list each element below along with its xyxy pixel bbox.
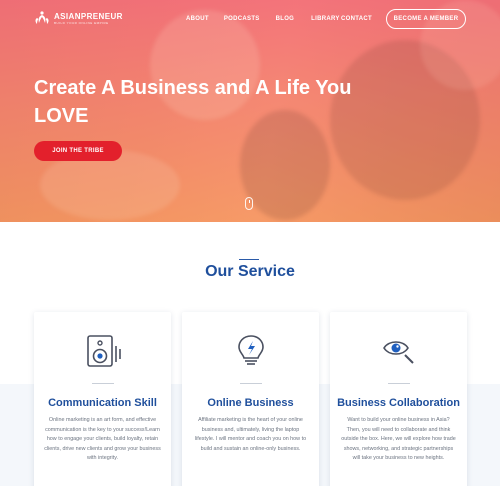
card-divider (92, 383, 114, 384)
services-heading: Our Service (205, 263, 295, 280)
card-title: Online Business (207, 397, 294, 409)
become-member-button[interactable]: BECOME A MEMBER (386, 9, 466, 29)
eye-search-icon (383, 341, 414, 364)
leaf-people-logo-icon (35, 11, 49, 24)
nav-item-blog[interactable]: BLOG (276, 16, 295, 22)
site-logo[interactable]: ASIANPRENEUR BUILD YOUR ONLINE EMPIRE (34, 10, 123, 26)
service-card-collaboration[interactable]: Business Collaboration Want to build you… (330, 312, 467, 486)
mouse-scroll-icon[interactable] (245, 197, 253, 210)
main-nav: ABOUT PODCASTS BLOG LIBRARY CONTACT (186, 16, 372, 22)
section-divider (239, 259, 259, 260)
card-divider (388, 383, 410, 384)
card-description: Online marketing is an art form, and eff… (44, 417, 161, 462)
nav-item-library[interactable]: LIBRARY (311, 16, 340, 22)
card-title: Business Collaboration (337, 397, 460, 409)
nav-item-about[interactable]: ABOUT (186, 16, 209, 22)
join-tribe-button[interactable]: JOIN THE TRIBE (34, 141, 122, 161)
brand-name: ASIANPRENEUR (54, 11, 123, 21)
speaker-icon (87, 335, 121, 367)
hero-section: ASIANPRENEUR BUILD YOUR ONLINE EMPIRE AB… (0, 0, 500, 222)
nav-item-contact[interactable]: CONTACT (341, 16, 372, 22)
card-divider (240, 383, 262, 384)
service-card-communication[interactable]: Communication Skill Online marketing is … (34, 312, 171, 486)
card-title: Communication Skill (48, 397, 157, 409)
lightbulb-icon (238, 335, 264, 365)
card-description: Affiliate marketing is the heart of your… (194, 417, 307, 452)
nav-item-podcasts[interactable]: PODCASTS (224, 16, 260, 22)
brand-tagline: BUILD YOUR ONLINE EMPIRE (54, 20, 109, 25)
service-card-online-business[interactable]: Online Business Affiliate marketing is t… (182, 312, 319, 486)
hero-title: Create A Business and A Life You LOVE (34, 77, 352, 127)
card-description: Want to build your online business in As… (341, 417, 456, 462)
